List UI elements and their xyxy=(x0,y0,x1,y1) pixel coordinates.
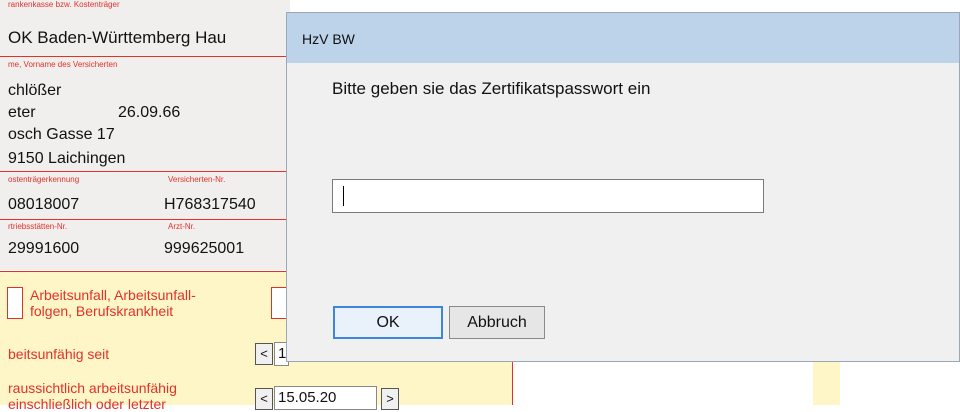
city-value: 9150 Laichingen xyxy=(8,150,126,167)
site-no-label: rtriebsstätten-Nr. xyxy=(8,222,68,231)
divider xyxy=(0,171,290,172)
street-value: osch Gasse 17 xyxy=(8,126,115,143)
expected-prev-button[interactable]: < xyxy=(255,388,273,410)
firstname-value: eter xyxy=(8,104,36,121)
payer-id-label: ostenträgerkennung xyxy=(8,175,80,184)
expected-unfit-line1: raussichtlich arbeitsunfähig xyxy=(8,380,177,396)
second-checkbox[interactable] xyxy=(271,287,287,319)
insurer-value: OK Baden-Württemberg Hau xyxy=(8,28,227,47)
name-label: me, Vorname des Versicherten xyxy=(8,60,118,69)
dialog-title: HzV BW xyxy=(302,31,355,47)
accident-checkbox[interactable] xyxy=(7,287,23,319)
text-caret xyxy=(343,186,344,206)
doctor-no-value: 999625001 xyxy=(164,240,245,257)
password-dialog: HzV BW Bitte geben sie das Zertifikatspa… xyxy=(286,12,960,362)
expected-date[interactable]: 15.05.20 xyxy=(274,386,377,410)
divider xyxy=(0,56,290,57)
password-input[interactable] xyxy=(332,179,764,213)
insured-no-value: H768317540 xyxy=(164,196,256,213)
divider xyxy=(0,219,290,220)
accident-label-line1: Arbeitsunfall, Arbeitsunfall- xyxy=(30,287,196,303)
unfit-since-prev-button[interactable]: < xyxy=(255,343,273,365)
dialog-titlebar[interactable]: HzV BW xyxy=(287,13,959,63)
unfit-since-label: beitsunfähig seit xyxy=(8,346,110,362)
insurer-label: rankenkasse bzw. Kostenträger xyxy=(8,0,120,9)
cancel-button[interactable]: Abbruch xyxy=(449,306,545,339)
doctor-no-label: Arzt-Nr. xyxy=(168,222,196,231)
insured-no-label: Versicherten-Nr. xyxy=(168,175,226,184)
payer-id-value: 08018007 xyxy=(8,196,80,213)
dialog-prompt: Bitte geben sie das Zertifikatspasswort … xyxy=(332,79,651,98)
accident-label-line2: folgen, Berufskrankheit xyxy=(30,303,174,319)
expected-next-button[interactable]: > xyxy=(381,388,399,410)
birthdate-value: 26.09.66 xyxy=(118,104,181,121)
surname-value: chlößer xyxy=(8,82,62,99)
ok-button[interactable]: OK xyxy=(333,306,443,339)
site-no-value: 29991600 xyxy=(8,240,80,257)
expected-unfit-line2: einschließlich oder letzter xyxy=(8,396,166,412)
